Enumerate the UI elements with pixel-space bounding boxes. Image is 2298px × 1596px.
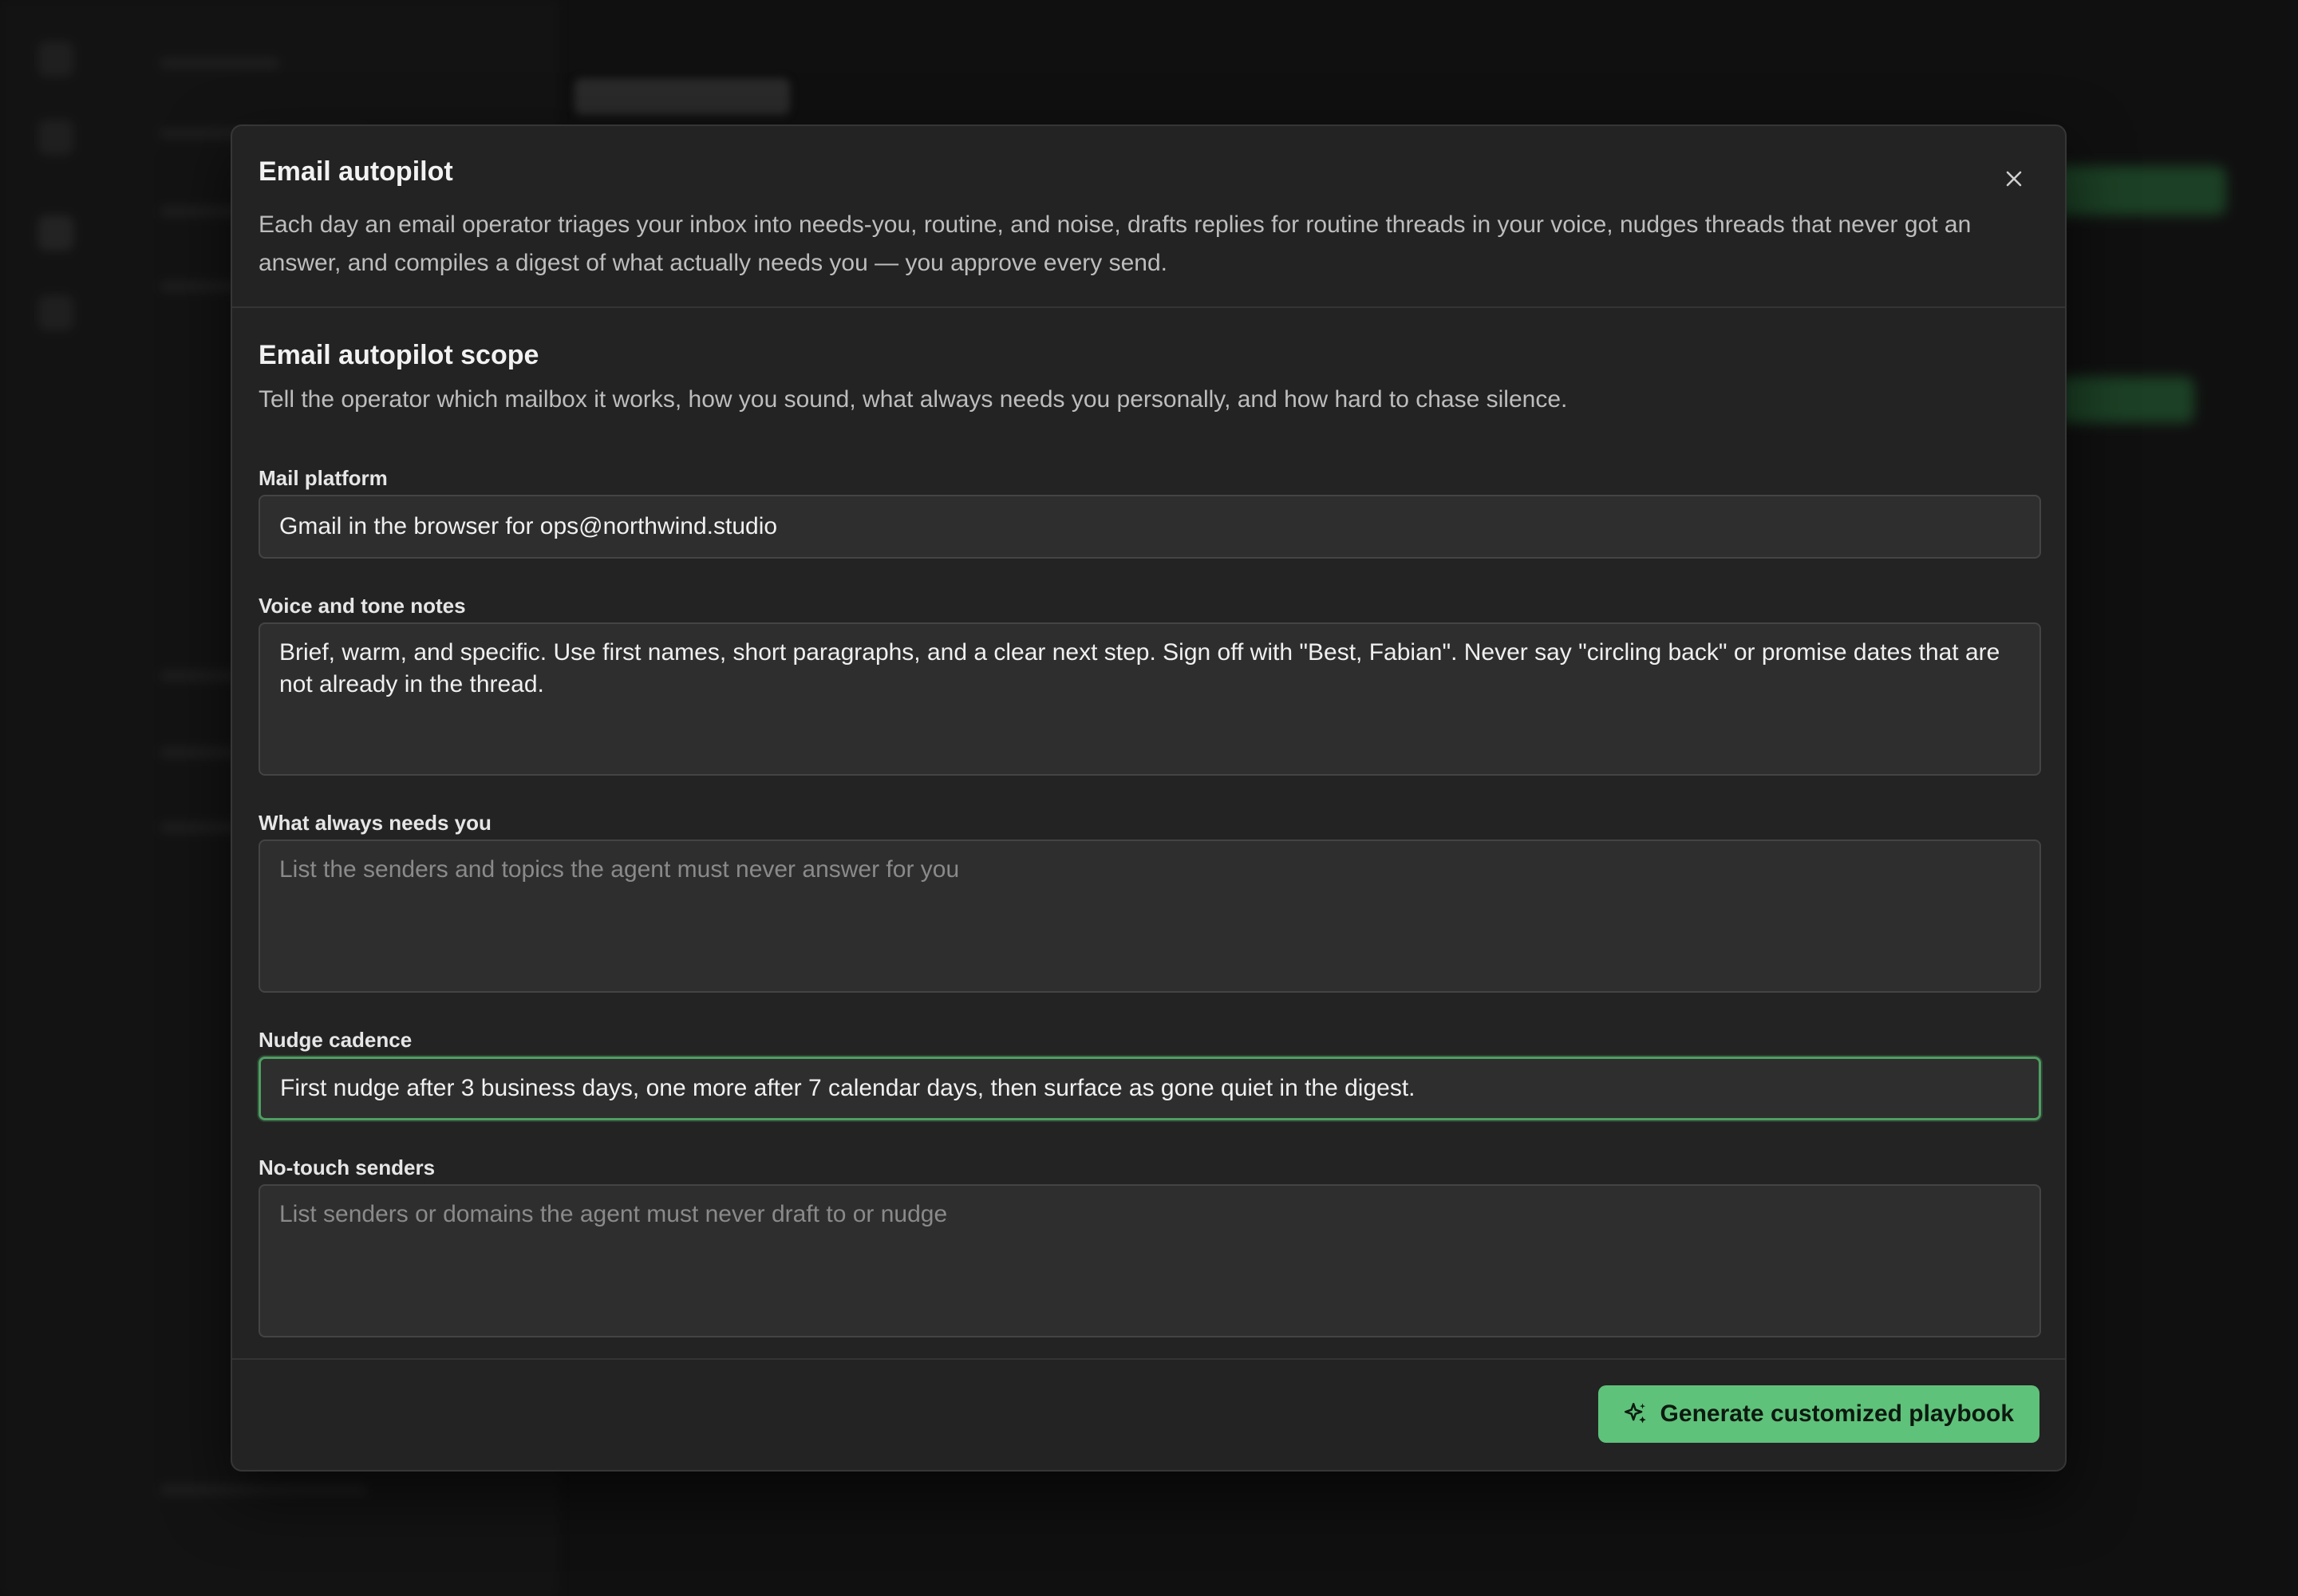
dialog-footer: Generate customized playbook	[232, 1358, 2065, 1470]
background-button	[2043, 166, 2226, 215]
always-needs-you-label: What always needs you	[259, 811, 492, 835]
background-button	[2059, 377, 2194, 423]
generate-playbook-label: Generate customized playbook	[1660, 1400, 2014, 1427]
voice-tone-label: Voice and tone notes	[259, 594, 466, 618]
close-icon	[2006, 171, 2022, 187]
nudge-cadence-input[interactable]	[259, 1057, 2041, 1120]
scope-description: Tell the operator which mailbox it works…	[259, 386, 1568, 413]
background-logo	[38, 41, 73, 77]
background-nav-icon	[38, 215, 73, 251]
nudge-cadence-label: Nudge cadence	[259, 1028, 413, 1052]
background-nav-icon	[38, 295, 73, 330]
scope-title: Email autopilot scope	[259, 340, 539, 370]
background-line	[160, 1484, 367, 1495]
dialog-title: Email autopilot	[259, 156, 453, 187]
voice-tone-textarea[interactable]: Brief, warm, and specific. Use first nam…	[259, 622, 2041, 776]
dialog-header: Email autopilot Each day an email operat…	[232, 126, 2065, 308]
background-page-title	[574, 78, 790, 115]
dialog-description: Each day an email operator triages your …	[259, 211, 1972, 276]
generate-playbook-button[interactable]: Generate customized playbook	[1597, 1385, 2039, 1443]
always-needs-you-textarea[interactable]	[259, 839, 2041, 993]
background-nav-icon	[38, 120, 73, 155]
background-line	[160, 57, 279, 69]
email-autopilot-dialog: Email autopilot Each day an email operat…	[231, 124, 2067, 1472]
no-touch-senders-textarea[interactable]	[259, 1184, 2041, 1337]
sparkles-icon	[1624, 1402, 1646, 1424]
mail-platform-label: Mail platform	[259, 466, 388, 490]
no-touch-senders-label: No-touch senders	[259, 1156, 436, 1179]
mail-platform-input[interactable]	[259, 495, 2041, 559]
close-button[interactable]	[1995, 160, 2033, 198]
